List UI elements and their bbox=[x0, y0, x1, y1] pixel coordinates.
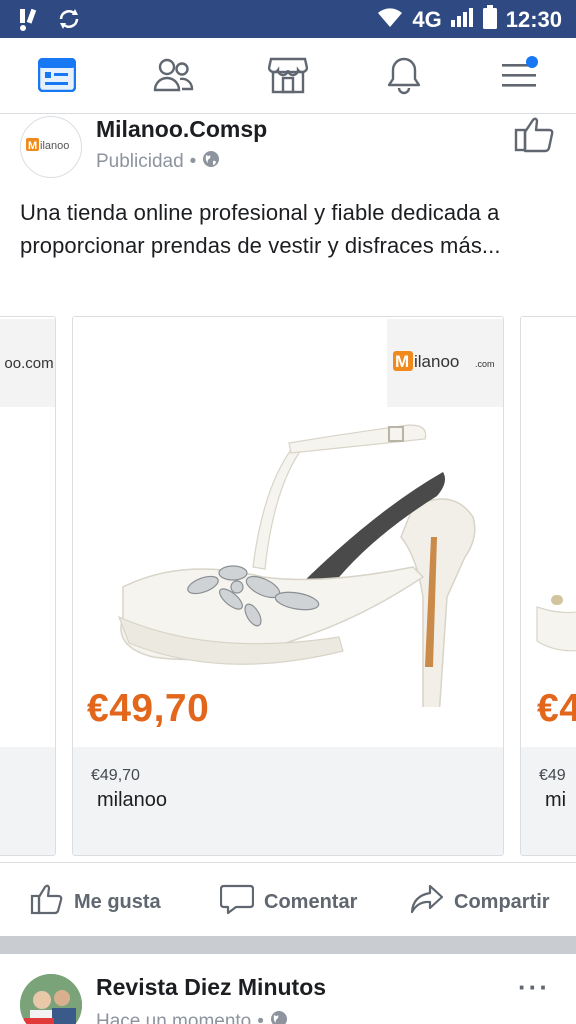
card-footer bbox=[0, 747, 55, 855]
network-type: 4G bbox=[412, 6, 442, 32]
post-action-bar: Me gusta Comentar Compartir bbox=[0, 862, 576, 936]
battery-icon bbox=[482, 4, 498, 35]
thumbs-up-icon bbox=[514, 117, 556, 158]
next-post: Revista Diez Minutos Hace un momento • ·… bbox=[0, 954, 576, 1024]
share-button[interactable]: Compartir bbox=[410, 883, 550, 921]
sponsored-line: Publicidad • bbox=[96, 150, 220, 174]
like-page-button[interactable] bbox=[514, 114, 558, 154]
post-time[interactable]: Hace un momento bbox=[96, 1011, 251, 1024]
logo-text: oo.com bbox=[4, 354, 54, 372]
next-page-name[interactable]: Revista Diez Minutos bbox=[96, 974, 326, 1001]
tab-notifications[interactable] bbox=[381, 54, 427, 100]
card-price: €49 bbox=[539, 767, 566, 784]
card-image: Milanoo .com €49,70 bbox=[73, 317, 503, 748]
carousel-card-previous[interactable]: oo.com bbox=[0, 316, 56, 856]
status-right: 4G 12:30 bbox=[376, 4, 562, 35]
status-bar: 4G 12:30 bbox=[0, 0, 576, 38]
card-image: €4 bbox=[521, 317, 576, 747]
comment-button[interactable]: Comentar bbox=[219, 883, 358, 921]
like-label: Me gusta bbox=[74, 890, 161, 913]
clock: 12:30 bbox=[505, 6, 562, 32]
like-button[interactable]: Me gusta bbox=[30, 883, 161, 921]
tab-friends[interactable] bbox=[150, 54, 196, 100]
tab-menu[interactable] bbox=[496, 54, 542, 100]
price-overlay: €4 bbox=[537, 687, 576, 730]
sync-icon bbox=[56, 6, 82, 37]
signal-icon bbox=[450, 6, 474, 33]
comment-icon bbox=[219, 883, 255, 921]
bell-icon bbox=[386, 55, 422, 100]
milanoo-logo: Milanoo .com bbox=[393, 348, 499, 379]
feed-icon bbox=[37, 57, 77, 97]
wifi-icon bbox=[376, 5, 404, 34]
svg-text:ilanoo: ilanoo bbox=[414, 352, 459, 371]
svg-text:.com: .com bbox=[475, 359, 495, 369]
product-carousel[interactable]: oo.com Milanoo .com €49,70 €49,70 milano… bbox=[0, 314, 576, 860]
card-footer: €49 mi bbox=[521, 747, 576, 855]
svg-text:M: M bbox=[28, 140, 37, 152]
notification-icon bbox=[16, 6, 42, 37]
card-seller: milanoo bbox=[97, 789, 168, 811]
tab-marketplace[interactable] bbox=[265, 54, 311, 100]
card-image: oo.com bbox=[0, 317, 55, 747]
card-price: €49,70 bbox=[91, 767, 140, 784]
share-label: Compartir bbox=[454, 890, 550, 913]
menu-badge-dot bbox=[526, 56, 538, 68]
comment-label: Comentar bbox=[264, 890, 358, 913]
share-icon bbox=[410, 883, 444, 921]
meta-separator: • bbox=[189, 151, 197, 172]
svg-text:M: M bbox=[395, 352, 409, 371]
carousel-card-next[interactable]: €4 €49 mi bbox=[520, 316, 576, 856]
meta-separator: • bbox=[257, 1011, 264, 1024]
status-left bbox=[16, 6, 82, 37]
carousel-card-main[interactable]: Milanoo .com €49,70 €49,70 milanoo bbox=[72, 316, 504, 856]
page-avatar[interactable]: Milanoo bbox=[20, 116, 82, 178]
milanoo-logo: Milanoo bbox=[26, 135, 76, 160]
product-shoe-image bbox=[529, 587, 576, 672]
tab-news-feed[interactable] bbox=[34, 54, 80, 100]
card-seller: mi bbox=[545, 789, 567, 811]
product-shoe-image bbox=[113, 387, 493, 748]
svg-text:ilanoo: ilanoo bbox=[40, 140, 69, 152]
thumbs-up-icon bbox=[30, 883, 64, 921]
store-icon bbox=[267, 56, 309, 99]
card-footer: €49,70 milanoo bbox=[73, 747, 503, 855]
next-page-avatar[interactable] bbox=[20, 974, 82, 1024]
feed-divider bbox=[0, 936, 576, 954]
post-text[interactable]: Una tienda online profesional y fiable d… bbox=[20, 196, 560, 262]
card-logo: oo.com bbox=[0, 319, 55, 407]
globe-icon bbox=[202, 150, 220, 174]
page-name[interactable]: Milanoo.Comsp bbox=[96, 116, 267, 143]
top-nav bbox=[0, 38, 576, 114]
sponsored-label[interactable]: Publicidad bbox=[96, 151, 184, 173]
more-options-button[interactable]: ··· bbox=[518, 972, 550, 1003]
post-header: Milanoo Milanoo.Comsp Publicidad • bbox=[0, 114, 576, 194]
next-post-time: Hace un momento • bbox=[96, 1010, 288, 1024]
friends-icon bbox=[152, 57, 194, 98]
globe-icon bbox=[270, 1010, 288, 1024]
price-overlay: €49,70 bbox=[87, 687, 210, 730]
